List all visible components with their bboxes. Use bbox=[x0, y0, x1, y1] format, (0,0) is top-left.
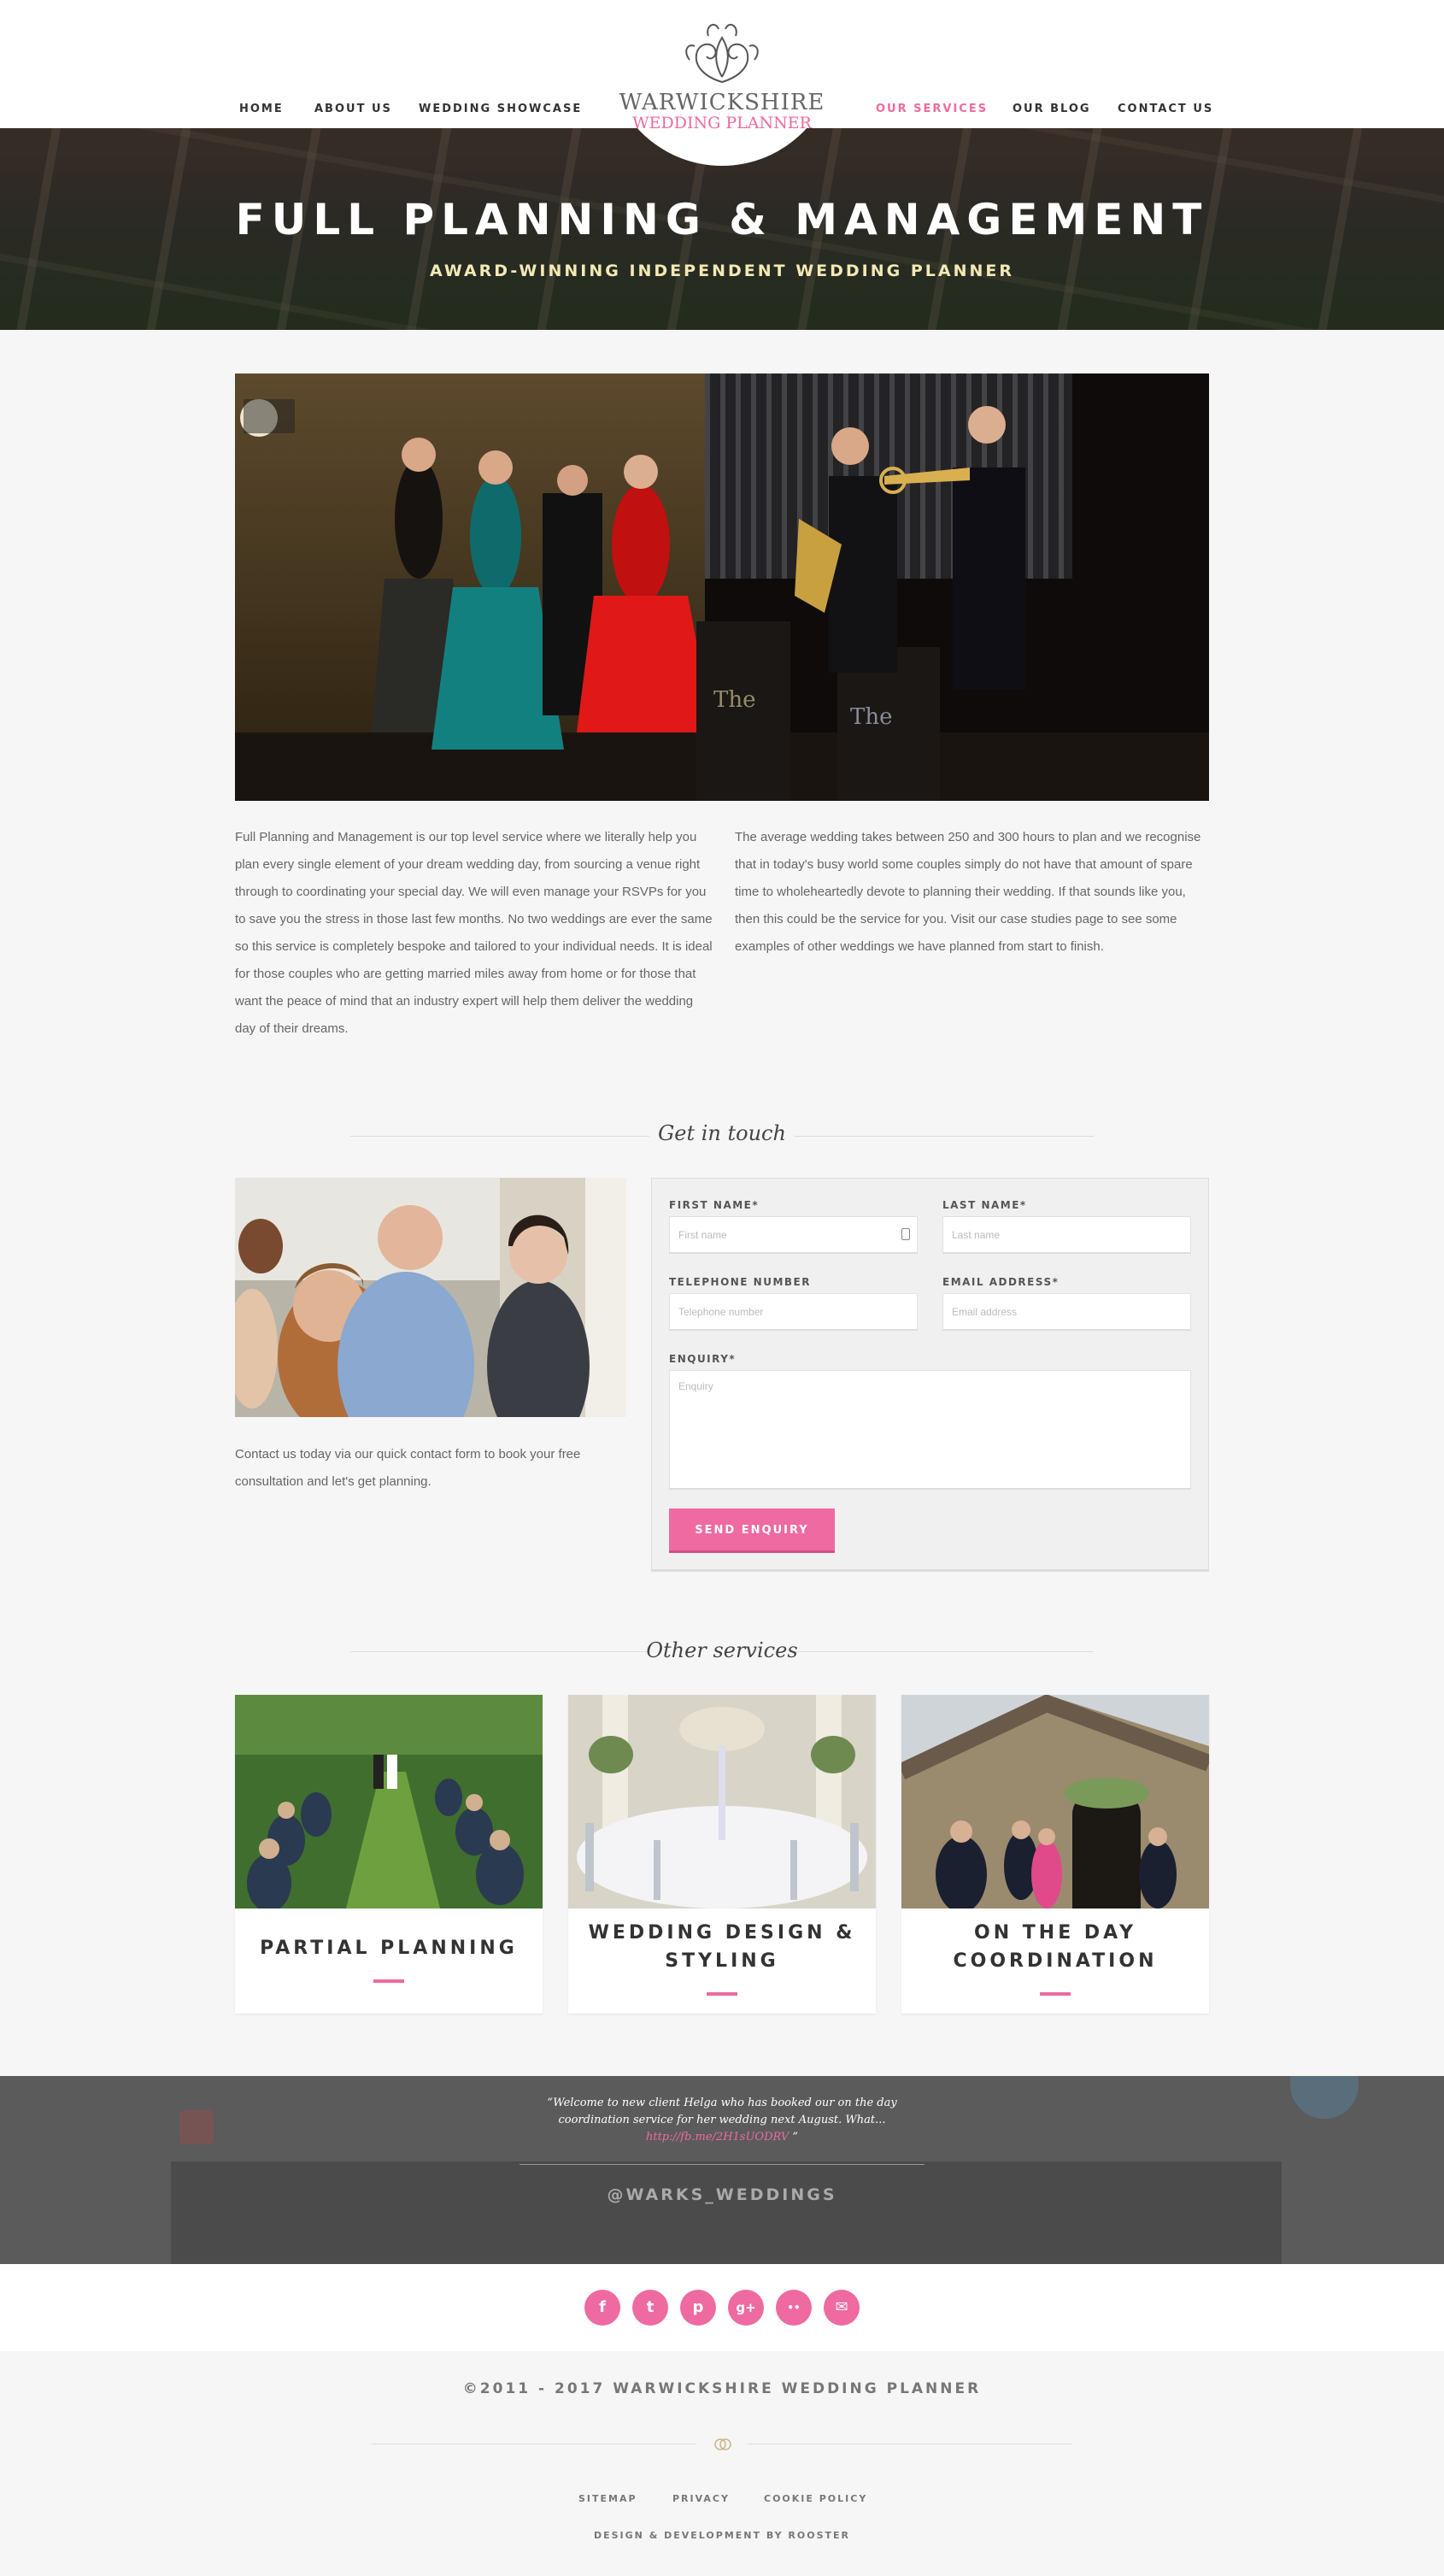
intro-text-left: Full Planning and Management is our top … bbox=[235, 830, 713, 1036]
google-plus-icon[interactable]: g+ bbox=[728, 2290, 764, 2326]
tweet-text: Welcome to new client Helga who has book… bbox=[553, 2097, 897, 2126]
consultation-illustration bbox=[235, 1178, 626, 1417]
enquiry-label: ENQUIRY* bbox=[669, 1353, 737, 1365]
logo-line-2: WEDDING PLANNER bbox=[632, 114, 812, 132]
nav-about[interactable]: ABOUT US bbox=[314, 103, 392, 115]
autofill-icon[interactable] bbox=[901, 1228, 910, 1240]
wedding-rings-icon bbox=[714, 2438, 731, 2450]
contact-blurb: Contact us today via our quick contact f… bbox=[235, 1447, 581, 1489]
footer-link-cookie-policy[interactable]: COOKIE POLICY bbox=[764, 2493, 867, 2504]
service-card-design-styling[interactable]: WEDDING DESIGN & STYLING bbox=[568, 1695, 876, 2014]
tweet-link[interactable]: http://fb.me/2H1sUODRV bbox=[646, 2131, 789, 2144]
site-logo[interactable]: WARWICKSHIRE WEDDING PLANNER bbox=[607, 0, 837, 132]
intro-text-right: The average wedding takes between 250 an… bbox=[735, 830, 1201, 954]
copyright: ©2011 - 2017 WARWICKSHIRE WEDDING PLANNE… bbox=[462, 2380, 982, 2397]
enquiry-textarea[interactable]: Enquiry bbox=[669, 1370, 1191, 1490]
service-photo bbox=[568, 1695, 876, 1908]
email-field[interactable]: Email address bbox=[942, 1293, 1191, 1331]
band-performers-illustration: The The bbox=[240, 399, 1025, 801]
first-name-label: FIRST NAME* bbox=[669, 1199, 760, 1211]
accent-underline bbox=[373, 1979, 404, 1983]
service-title: WEDDING DESIGN & STYLING bbox=[588, 1922, 856, 1972]
service-card-on-the-day[interactable]: ON THE DAY COORDINATION bbox=[901, 1695, 1209, 2014]
nav-our-blog[interactable]: OUR BLOG bbox=[1013, 103, 1091, 115]
page-title: FULL PLANNING & MANAGEMENT bbox=[235, 195, 1209, 244]
contact-heading: Get in touch bbox=[658, 1121, 786, 1145]
page-subtitle: AWARD-WINNING INDEPENDENT WEDDING PLANNE… bbox=[429, 262, 1015, 280]
twitter-icon[interactable]: t bbox=[632, 2290, 668, 2326]
accent-underline bbox=[707, 1992, 737, 1996]
service-photo bbox=[901, 1695, 1209, 1908]
swirl-ornament-icon bbox=[685, 23, 759, 83]
telephone-label: TELEPHONE NUMBER bbox=[669, 1276, 811, 1288]
band-photo: The The bbox=[235, 373, 1209, 801]
consultation-photo bbox=[235, 1178, 626, 1417]
designer-credit[interactable]: DESIGN & DEVELOPMENT BY ROOSTER bbox=[0, 2530, 1444, 2541]
service-card-partial-planning[interactable]: PARTIAL PLANNING bbox=[235, 1695, 543, 2014]
svg-text:The: The bbox=[850, 704, 892, 730]
service-title: PARTIAL PLANNING bbox=[260, 1938, 518, 1959]
flickr-icon[interactable]: •• bbox=[776, 2290, 812, 2326]
last-name-field[interactable]: Last name bbox=[942, 1216, 1191, 1254]
divider-line bbox=[519, 2164, 925, 2165]
telephone-field[interactable]: Telephone number bbox=[669, 1293, 918, 1331]
latest-tweet: “Welcome to new client Helga who has boo… bbox=[547, 2097, 897, 2144]
nav-our-services[interactable]: OUR SERVICES bbox=[876, 103, 988, 115]
logo-line-1: WARWICKSHIRE bbox=[619, 90, 825, 115]
accent-underline bbox=[1040, 1992, 1071, 1996]
footer-link-privacy[interactable]: PRIVACY bbox=[672, 2493, 730, 2504]
service-photo bbox=[235, 1695, 543, 1908]
send-enquiry-button[interactable]: SEND ENQUIRY bbox=[669, 1509, 835, 1553]
twitter-feed: “Welcome to new client Helga who has boo… bbox=[0, 2076, 1444, 2264]
twitter-handle[interactable]: @WARKS_WEDDINGS bbox=[0, 2185, 1444, 2204]
first-name-field[interactable]: First name bbox=[669, 1216, 918, 1254]
pinterest-icon[interactable]: p bbox=[680, 2290, 716, 2326]
services-heading: Other services bbox=[646, 1638, 798, 1662]
facebook-icon[interactable]: f bbox=[584, 2290, 620, 2326]
contact-form: FIRST NAME* First name LAST NAME* Last n… bbox=[651, 1178, 1209, 1572]
last-name-label: LAST NAME* bbox=[942, 1199, 1027, 1211]
nav-contact[interactable]: CONTACT US bbox=[1118, 103, 1213, 115]
svg-text:The: The bbox=[713, 687, 755, 713]
email-label: EMAIL ADDRESS* bbox=[942, 1276, 1060, 1288]
footer-link-sitemap[interactable]: SITEMAP bbox=[578, 2493, 637, 2504]
service-title: ON THE DAY COORDINATION bbox=[953, 1922, 1158, 1972]
nav-wedding-showcase[interactable]: WEDDING SHOWCASE bbox=[419, 103, 582, 115]
email-icon[interactable]: ✉ bbox=[824, 2290, 860, 2326]
social-links: f t p g+ •• ✉ bbox=[0, 2264, 1444, 2351]
nav-home[interactable]: HOME bbox=[239, 103, 284, 115]
youtube-icon bbox=[179, 2110, 214, 2144]
